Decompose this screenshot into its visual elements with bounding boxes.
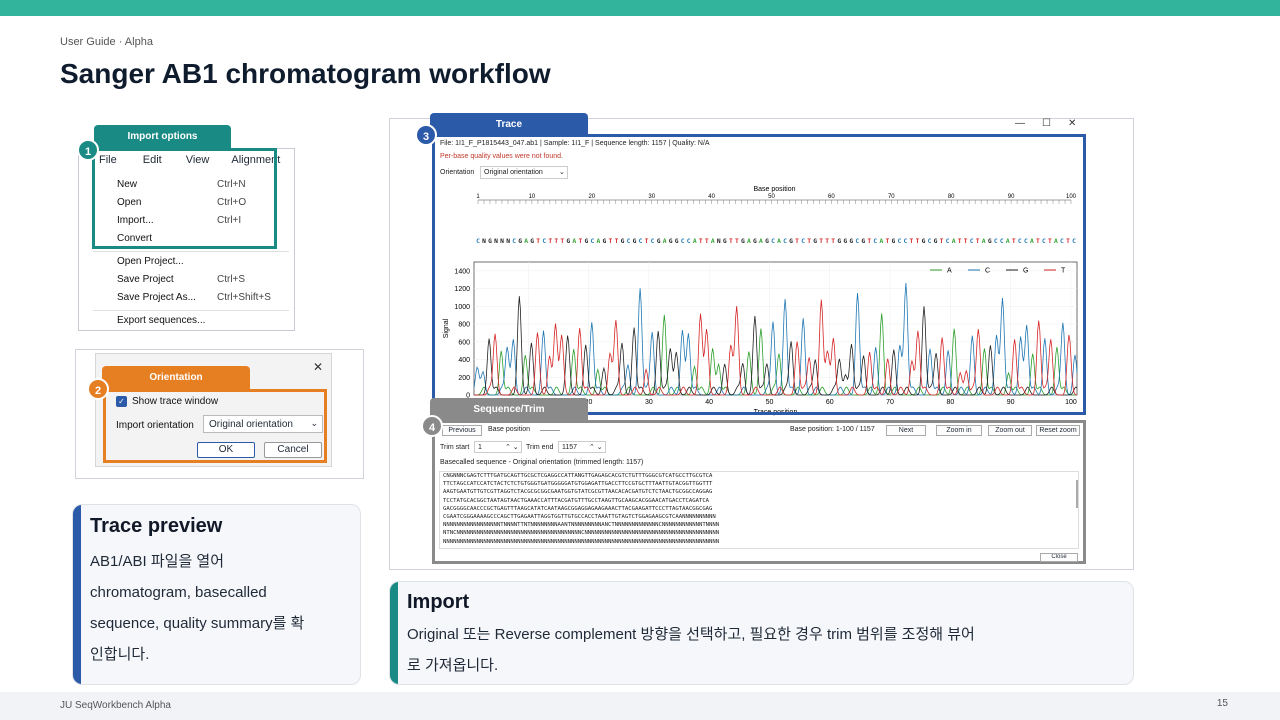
step-badge-4: 4 xyxy=(421,415,443,437)
card-body: Original 또는 Reverse complement 방향을 선택하고,… xyxy=(407,619,975,681)
scrollbar[interactable] xyxy=(1076,480,1078,508)
card-line: 로 가져옵니다. xyxy=(407,657,499,674)
range-info: Base position: 1-100 / 1157 xyxy=(790,426,875,433)
sequence-trim-tab: Sequence/Trim xyxy=(430,398,588,422)
trace-tab: Trace xyxy=(430,113,588,137)
footer-bar xyxy=(0,692,1280,720)
sequence-line: TCCTATGCACGGCTAATAGTAACTGAAACCATTTACGATG… xyxy=(443,497,710,504)
sequence-line: AAGTGAATGTTGTCGTTAGGTCTACGCGCGGCGAATGGTG… xyxy=(443,489,713,496)
step-badge-3: 3 xyxy=(415,124,437,146)
sequence-line: TTCTAGCCATCCATCTACTCTCTGTGGGTGATGGGGGATG… xyxy=(443,481,713,488)
card-line: Original 또는 Reverse complement 방향을 선택하고,… xyxy=(407,626,975,643)
reset-zoom-button[interactable]: Reset zoom xyxy=(1036,425,1080,436)
base-position-mode[interactable]: Base position xyxy=(488,426,530,433)
sequence-line: NNNNNNNNNNNNNNNNNTNNNNTTNTNNNNNNNNAANTNN… xyxy=(443,522,720,529)
trim-start-spinner[interactable]: 1 ⌃ ⌄ xyxy=(474,441,522,453)
spinner-arrows-icon[interactable]: ⌃ ⌄ xyxy=(589,443,603,451)
trim-end-value: 1157 xyxy=(562,444,578,451)
previous-button[interactable]: Previous xyxy=(442,425,482,436)
zoom-out-button[interactable]: Zoom out xyxy=(988,425,1032,436)
spinner-arrows-icon[interactable]: ⌃ ⌄ xyxy=(505,443,519,451)
import-card: Import Original 또는 Reverse complement 방향… xyxy=(389,581,1134,685)
trace-highlight-box xyxy=(432,134,1086,415)
zoom-in-button[interactable]: Zoom in xyxy=(936,425,982,436)
trim-start-label: Trim start xyxy=(440,444,470,451)
card-title: Import xyxy=(407,591,470,613)
sequence-line: CGAATCGGGAAAAGCCCAGCTTGAGAATTAGGTGGTTGTG… xyxy=(443,514,716,521)
sequence-line: CNGNNNCGAGTCTTTGATGCAGTTGCGCTCGAGGCCATTA… xyxy=(443,473,713,479)
sequence-text-area[interactable]: CNGNNNCGAGTCTTTGATGCAGTTGCGCTCGAGGCCATTA… xyxy=(439,471,1079,549)
sequence-line: NTNCNNNNNNNNNNNNNNNNNNNNNNNNNNNNNNNNNNNN… xyxy=(443,530,720,537)
card-accent xyxy=(390,582,398,684)
trim-end-spinner[interactable]: 1157 ⌃ ⌄ xyxy=(558,441,606,453)
page-number: 15 xyxy=(1216,698,1228,709)
sequence-line: NNNNNNNNNNNNNNNNNNNNNNNNNNNNNNNNNNNNNNNN… xyxy=(443,538,720,545)
sequence-line: GACGGGGCAACCCGCTGAGTTTAAGCATATCAATAAGCGG… xyxy=(443,505,713,512)
close-button[interactable]: Close xyxy=(1040,553,1078,562)
position-slider[interactable] xyxy=(540,430,560,431)
trim-start-value: 1 xyxy=(478,444,482,451)
footer-product: JU SeqWorkbench Alpha xyxy=(60,700,171,711)
next-button[interactable]: Next xyxy=(886,425,926,436)
sequence-title: Basecalled sequence - Original orientati… xyxy=(440,459,644,466)
trim-end-label: Trim end xyxy=(526,444,554,451)
